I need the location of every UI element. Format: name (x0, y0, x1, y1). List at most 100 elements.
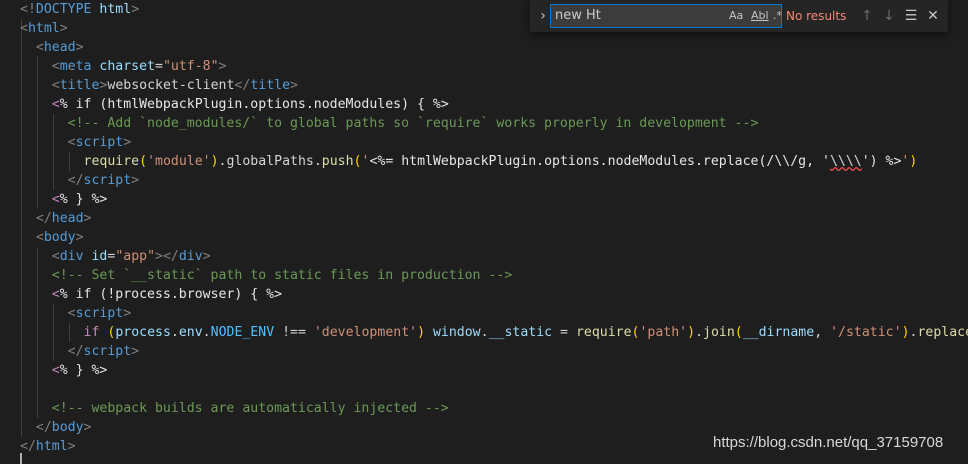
code-token: </ (67, 173, 84, 188)
code-line[interactable]: <!-- Add `node_modules/` to global paths… (20, 114, 759, 133)
code-token: < (35, 40, 44, 55)
code-token: 'module' (147, 154, 211, 169)
code-line[interactable]: <html> (20, 19, 68, 38)
code-token: push (321, 154, 354, 169)
find-in-selection-icon[interactable]: ☰ (902, 7, 920, 25)
code-token: ) (901, 325, 910, 340)
code-token: < (51, 192, 60, 207)
code-line[interactable]: </html> (20, 437, 76, 456)
close-icon[interactable]: ✕ (924, 7, 942, 25)
match-case-icon[interactable]: Aa (729, 8, 743, 24)
code-line[interactable]: <div id="app"></div> (20, 247, 211, 266)
code-token: ) (687, 325, 696, 340)
code-token: > (290, 78, 298, 93)
code-line[interactable]: </script> (20, 342, 139, 361)
code-token: </ (35, 211, 52, 226)
arrow-up-icon[interactable]: ↑ (858, 7, 876, 25)
code-line[interactable]: <!-- Set `__static` path to static files… (20, 266, 513, 285)
code-line[interactable]: <% if (htmlWebpackPlugin.options.nodeMod… (20, 95, 449, 114)
code-line[interactable]: <!-- webpack builds are automatically in… (20, 399, 449, 418)
code-token: </ (67, 344, 84, 359)
code-line[interactable]: <% if (!process.browser) { %> (20, 285, 282, 304)
code-token: "app" (115, 249, 156, 264)
code-token: </ (20, 439, 36, 454)
code-line[interactable]: <script> (20, 304, 132, 323)
code-token: id (91, 249, 108, 264)
code-line[interactable]: </head> (20, 209, 92, 228)
code-token: process (115, 325, 171, 340)
code-token: replace (917, 325, 968, 340)
code-token: websocket-client (107, 78, 235, 93)
code-line[interactable]: </body> (20, 418, 92, 437)
code-token: > (123, 135, 132, 150)
code-line[interactable]: if (process.env.NODE_ENV !== 'developmen… (20, 323, 968, 342)
code-token: script (83, 173, 132, 188)
code-token: 'development' (313, 325, 418, 340)
code-token: > (83, 211, 92, 226)
code-token: = (552, 325, 576, 340)
regex-icon[interactable]: .* (773, 8, 782, 24)
code-line[interactable]: <meta charset="utf-8"> (20, 57, 227, 76)
code-token: script (75, 306, 124, 321)
code-token: "utf-8" (162, 59, 219, 74)
code-token: ( (734, 325, 743, 340)
find-input[interactable]: new Ht Aa Abl .* (550, 4, 782, 28)
code-token: % } %> (59, 192, 108, 207)
code-token: head (51, 211, 84, 226)
code-token: ) (909, 154, 918, 169)
code-token: < (67, 306, 76, 321)
code-token: DOCTYPE (35, 2, 100, 17)
code-line[interactable]: <!DOCTYPE html> (20, 0, 139, 19)
code-token: require (83, 154, 140, 169)
code-token: NODE_ENV (210, 325, 275, 340)
code-token: </ (35, 420, 52, 435)
code-token: < (35, 230, 44, 245)
code-line[interactable]: <body> (20, 228, 84, 247)
code-line[interactable]: <% } %> (20, 190, 108, 209)
code-token: charset (99, 59, 155, 74)
code-editor[interactable]: <!DOCTYPE html> <html> <head> <meta chars… (0, 0, 968, 464)
code-token: script (83, 344, 132, 359)
code-line[interactable]: <script> (20, 133, 132, 152)
code-token: body (51, 420, 84, 435)
code-token: <!-- webpack builds are automatically in… (51, 401, 449, 416)
code-token: require (575, 325, 632, 340)
code-token: < (51, 363, 60, 378)
code-token: html (99, 2, 132, 17)
code-token: title (59, 78, 100, 93)
code-token: head (43, 40, 76, 55)
code-token: ) (210, 154, 219, 169)
code-line[interactable]: require('module').globalPaths.push('<%= … (20, 152, 918, 171)
code-line[interactable]: <% } %> (20, 361, 108, 380)
arrow-down-icon[interactable]: ↓ (880, 7, 898, 25)
code-token: join (703, 325, 735, 340)
code-line[interactable]: </script> (20, 171, 139, 190)
code-token: . (480, 325, 489, 340)
whole-word-icon[interactable]: Abl (751, 8, 769, 24)
code-token: div (59, 249, 92, 264)
code-token: > (131, 173, 140, 188)
code-token: % if (!process.browser) { %> (59, 287, 283, 302)
code-line[interactable]: <head> (20, 38, 84, 57)
code-token: . (170, 325, 179, 340)
code-token: <! (20, 2, 36, 17)
code-token: meta (59, 59, 100, 74)
code-token: = (155, 59, 163, 74)
code-line[interactable]: <title>websocket-client</title> (20, 76, 298, 95)
find-input-value[interactable]: new Ht (555, 5, 601, 27)
